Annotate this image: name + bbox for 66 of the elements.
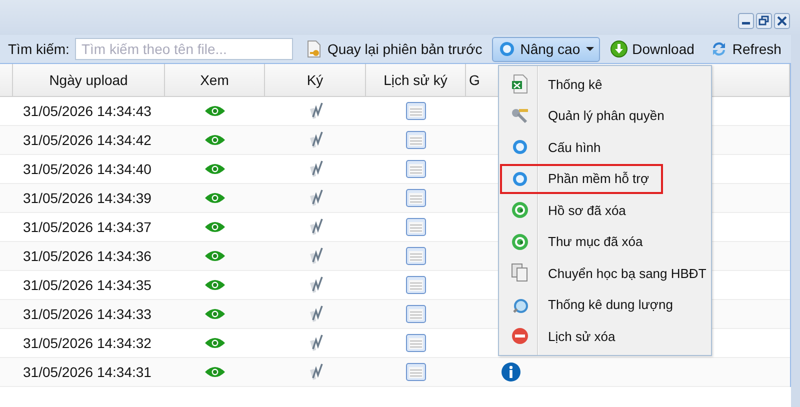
download-icon [610, 40, 628, 58]
eye-icon[interactable] [204, 105, 226, 117]
restore-version-button[interactable]: Quay lại phiên bản trước [299, 36, 488, 62]
eye-icon[interactable] [204, 366, 226, 378]
remove-icon [511, 327, 529, 346]
date-cell: 31/05/2026 14:34:42 [23, 132, 152, 148]
download-button[interactable]: Download [604, 36, 700, 62]
eye-icon[interactable] [204, 279, 226, 291]
column-header[interactable]: Xem [200, 72, 229, 88]
column-header[interactable]: Ký [306, 72, 324, 88]
spreadsheet-icon [511, 74, 529, 94]
list-window-icon[interactable] [406, 247, 426, 265]
list-window-icon[interactable] [406, 363, 426, 381]
eye-icon[interactable] [204, 192, 226, 204]
eye-icon[interactable] [204, 134, 226, 146]
menu-item[interactable]: Cấu hình [500, 132, 710, 162]
date-cell: 31/05/2026 14:34:37 [23, 219, 152, 235]
minimize-icon[interactable] [738, 13, 754, 29]
keys-icon [511, 106, 529, 125]
menu-item[interactable]: Thống kê [500, 69, 710, 100]
menu-item[interactable]: Thống kê dung lượng [500, 290, 710, 320]
list-window-icon[interactable] [406, 276, 426, 294]
list-window-icon[interactable] [406, 305, 426, 323]
document-key-icon [305, 40, 324, 58]
list-window-icon[interactable] [406, 189, 426, 207]
caret-icon [586, 47, 594, 51]
date-cell: 31/05/2026 14:34:35 [23, 277, 152, 293]
eye-icon[interactable] [204, 221, 226, 233]
date-cell: 31/05/2026 14:34:32 [23, 335, 152, 351]
eye-icon[interactable] [204, 308, 226, 320]
info-icon[interactable] [501, 362, 521, 382]
copy-icon [511, 263, 529, 284]
ring-icon [498, 40, 516, 58]
ring-icon [511, 138, 529, 156]
restore-circle-icon [511, 232, 529, 251]
search-field[interactable]: Tìm kiếm theo tên file... [75, 38, 294, 60]
date-cell: 31/05/2026 14:34:39 [23, 190, 152, 206]
eye-icon[interactable] [204, 337, 226, 349]
menu-item[interactable]: Chuyển học bạ sang HBĐT [500, 258, 710, 288]
restore-circle-icon [511, 201, 529, 220]
restore-icon[interactable] [756, 13, 772, 29]
menu-item[interactable]: Thư mục đã xóa [500, 226, 710, 257]
column-header[interactable]: Lịch sử ký [384, 72, 448, 88]
list-window-icon[interactable] [406, 131, 426, 149]
advanced-button[interactable]: Nâng cao [492, 36, 600, 62]
menu-item[interactable]: Hồ sơ đã xóa [500, 195, 710, 226]
list-window-icon[interactable] [406, 334, 426, 352]
eye-icon[interactable] [204, 250, 226, 262]
list-window-icon[interactable] [406, 218, 426, 236]
date-cell: 31/05/2026 14:34:36 [23, 248, 152, 264]
date-cell: 31/05/2026 14:34:43 [23, 103, 152, 119]
list-window-icon[interactable] [406, 102, 426, 120]
date-cell: 31/05/2026 14:34:40 [23, 161, 152, 177]
eye-icon[interactable] [204, 163, 226, 175]
column-header[interactable]: Ngày upload [49, 72, 128, 88]
search-label: Tìm kiếm: [8, 41, 70, 57]
ring-icon [511, 170, 529, 188]
menu-item[interactable]: Quản lý phân quyền [500, 100, 710, 131]
menu-item[interactable]: Lịch sử xóa [500, 321, 710, 352]
date-cell: 31/05/2026 14:34:31 [23, 364, 152, 380]
menu-item[interactable]: Phần mềm hỗ trợ [500, 164, 663, 194]
close-icon[interactable] [774, 13, 790, 29]
refresh-button[interactable]: Refresh [704, 36, 788, 62]
column-header[interactable]: G [469, 72, 480, 88]
date-cell: 31/05/2026 14:34:33 [23, 306, 152, 322]
list-window-icon[interactable] [406, 160, 426, 178]
